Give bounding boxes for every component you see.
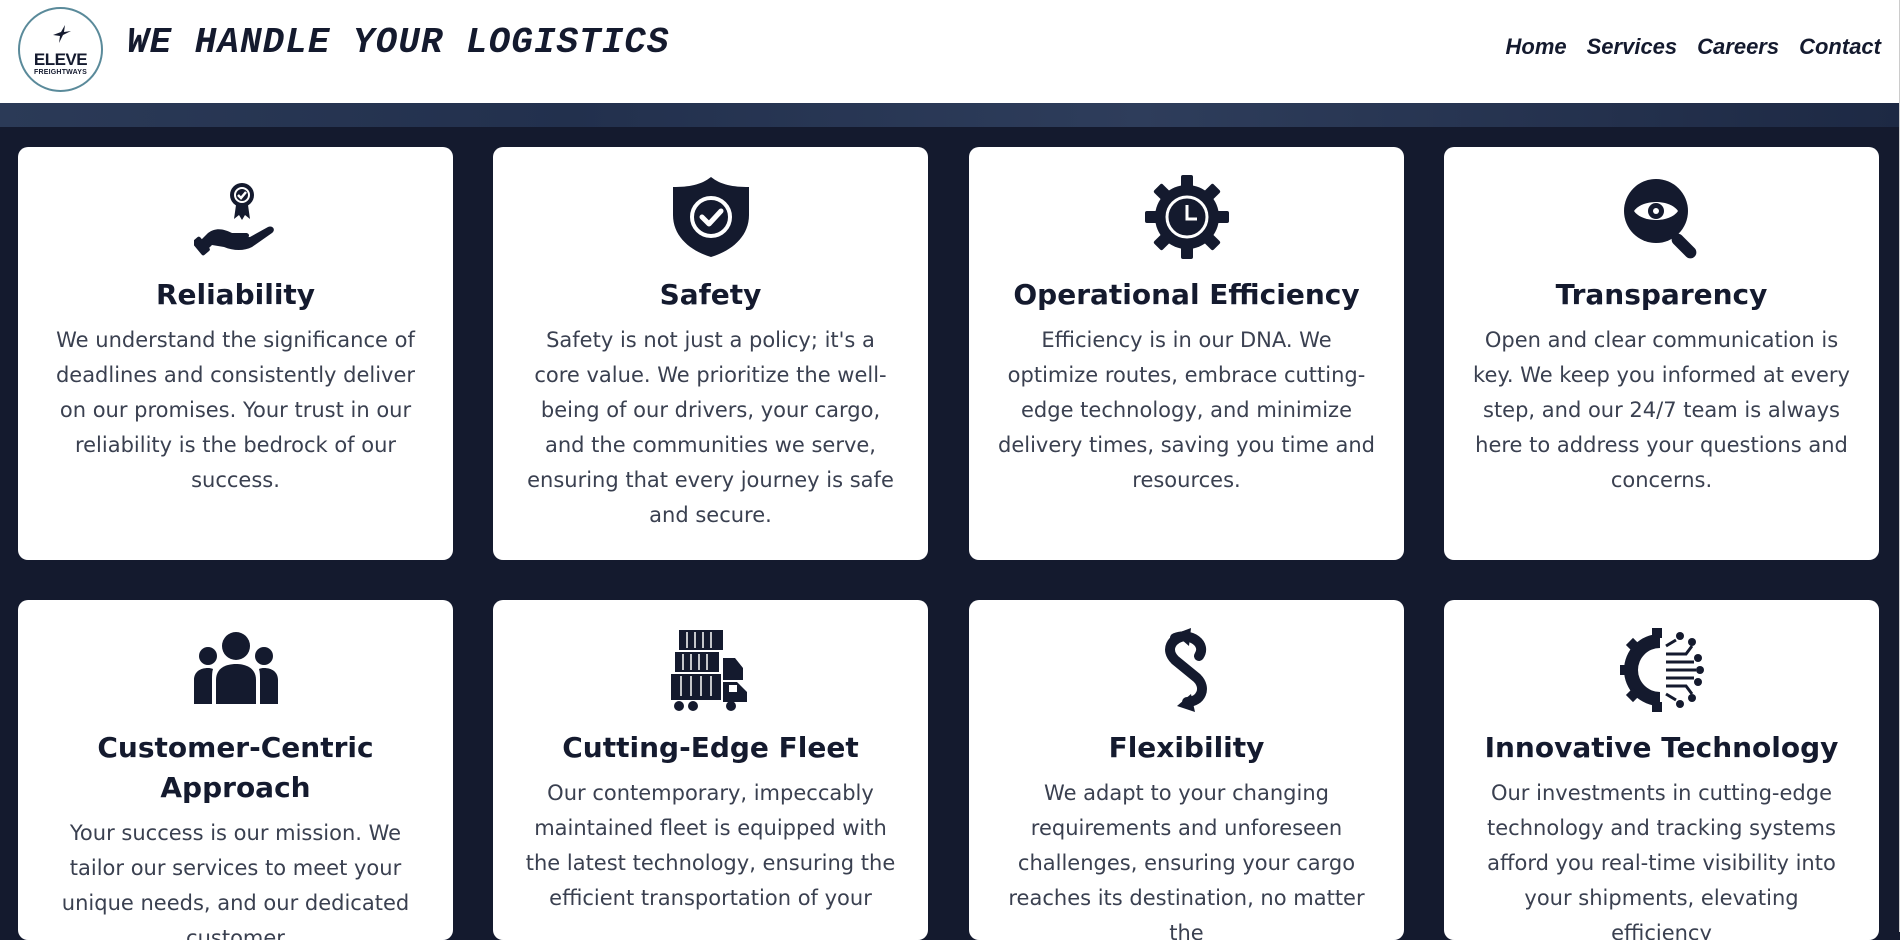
card-title: Transparency bbox=[1555, 278, 1768, 311]
people-group-icon bbox=[46, 628, 425, 712]
card-description: Safety is not just a policy; it's a core… bbox=[527, 328, 894, 527]
nav-contact[interactable]: Contact bbox=[1799, 34, 1881, 60]
card-title: Flexibility bbox=[1108, 731, 1265, 764]
nav-services[interactable]: Services bbox=[1587, 34, 1678, 60]
card-description: Our contemporary, impeccably maintained … bbox=[525, 781, 896, 910]
hero-image-strip bbox=[0, 103, 1900, 127]
value-card-safety: Safety Safety is not just a policy; it's… bbox=[493, 147, 928, 560]
company-logo[interactable]: ELEVE FREIGHTWAYS bbox=[18, 7, 103, 92]
card-title: Reliability bbox=[155, 278, 316, 311]
bird-logo-icon bbox=[53, 25, 71, 43]
value-card-cutting-edge-fleet: Cutting-Edge Fleet Our contemporary, imp… bbox=[493, 600, 928, 940]
card-title: Innovative Technology bbox=[1484, 731, 1839, 764]
card-title: Operational Efficiency bbox=[1013, 278, 1360, 311]
card-title: Safety bbox=[659, 278, 762, 311]
gear-clock-icon bbox=[997, 175, 1376, 259]
nav-home[interactable]: Home bbox=[1506, 34, 1567, 60]
site-header: ELEVE FREIGHTWAYS WE HANDLE YOUR LOGISTI… bbox=[0, 0, 1900, 103]
card-description: We understand the significance of deadli… bbox=[55, 328, 416, 492]
value-card-innovative-technology: Innovative Technology Our investments in… bbox=[1444, 600, 1879, 940]
truck-fleet-icon bbox=[521, 628, 900, 712]
value-card-transparency: Transparency Open and clear communicatio… bbox=[1444, 147, 1879, 560]
logo-subtitle: FREIGHTWAYS bbox=[34, 69, 87, 76]
site-tagline: WE HANDLE YOUR LOGISTICS bbox=[127, 22, 670, 63]
card-description: We adapt to your changing requirements a… bbox=[1008, 781, 1365, 940]
eye-magnifier-icon bbox=[1472, 175, 1851, 259]
value-card-operational-efficiency: Operational Efficiency Efficiency is in … bbox=[969, 147, 1404, 560]
flexible-arrow-icon bbox=[997, 628, 1376, 712]
value-card-flexibility: Flexibility We adapt to your changing re… bbox=[969, 600, 1404, 940]
nav-careers[interactable]: Careers bbox=[1697, 34, 1779, 60]
value-card-customer-centric: Customer-Centric Approach Your success i… bbox=[18, 600, 453, 940]
main-nav: Home Services Careers Contact bbox=[1506, 34, 1882, 60]
card-description: Open and clear communication is key. We … bbox=[1473, 328, 1850, 492]
gear-circuit-icon bbox=[1472, 628, 1851, 712]
card-description: Your success is our mission. We tailor o… bbox=[61, 821, 410, 940]
logo-wordmark: ELEVE bbox=[33, 50, 88, 69]
card-title: Customer-Centric Approach bbox=[97, 731, 374, 804]
shield-check-icon bbox=[521, 175, 900, 259]
award-hand-icon bbox=[46, 175, 425, 259]
card-description: Our investments in cutting-edge technolo… bbox=[1487, 781, 1836, 940]
card-description: Efficiency is in our DNA. We optimize ro… bbox=[997, 328, 1375, 492]
value-card-reliability: Reliability We understand the significan… bbox=[18, 147, 453, 560]
card-title: Cutting-Edge Fleet bbox=[562, 731, 859, 764]
